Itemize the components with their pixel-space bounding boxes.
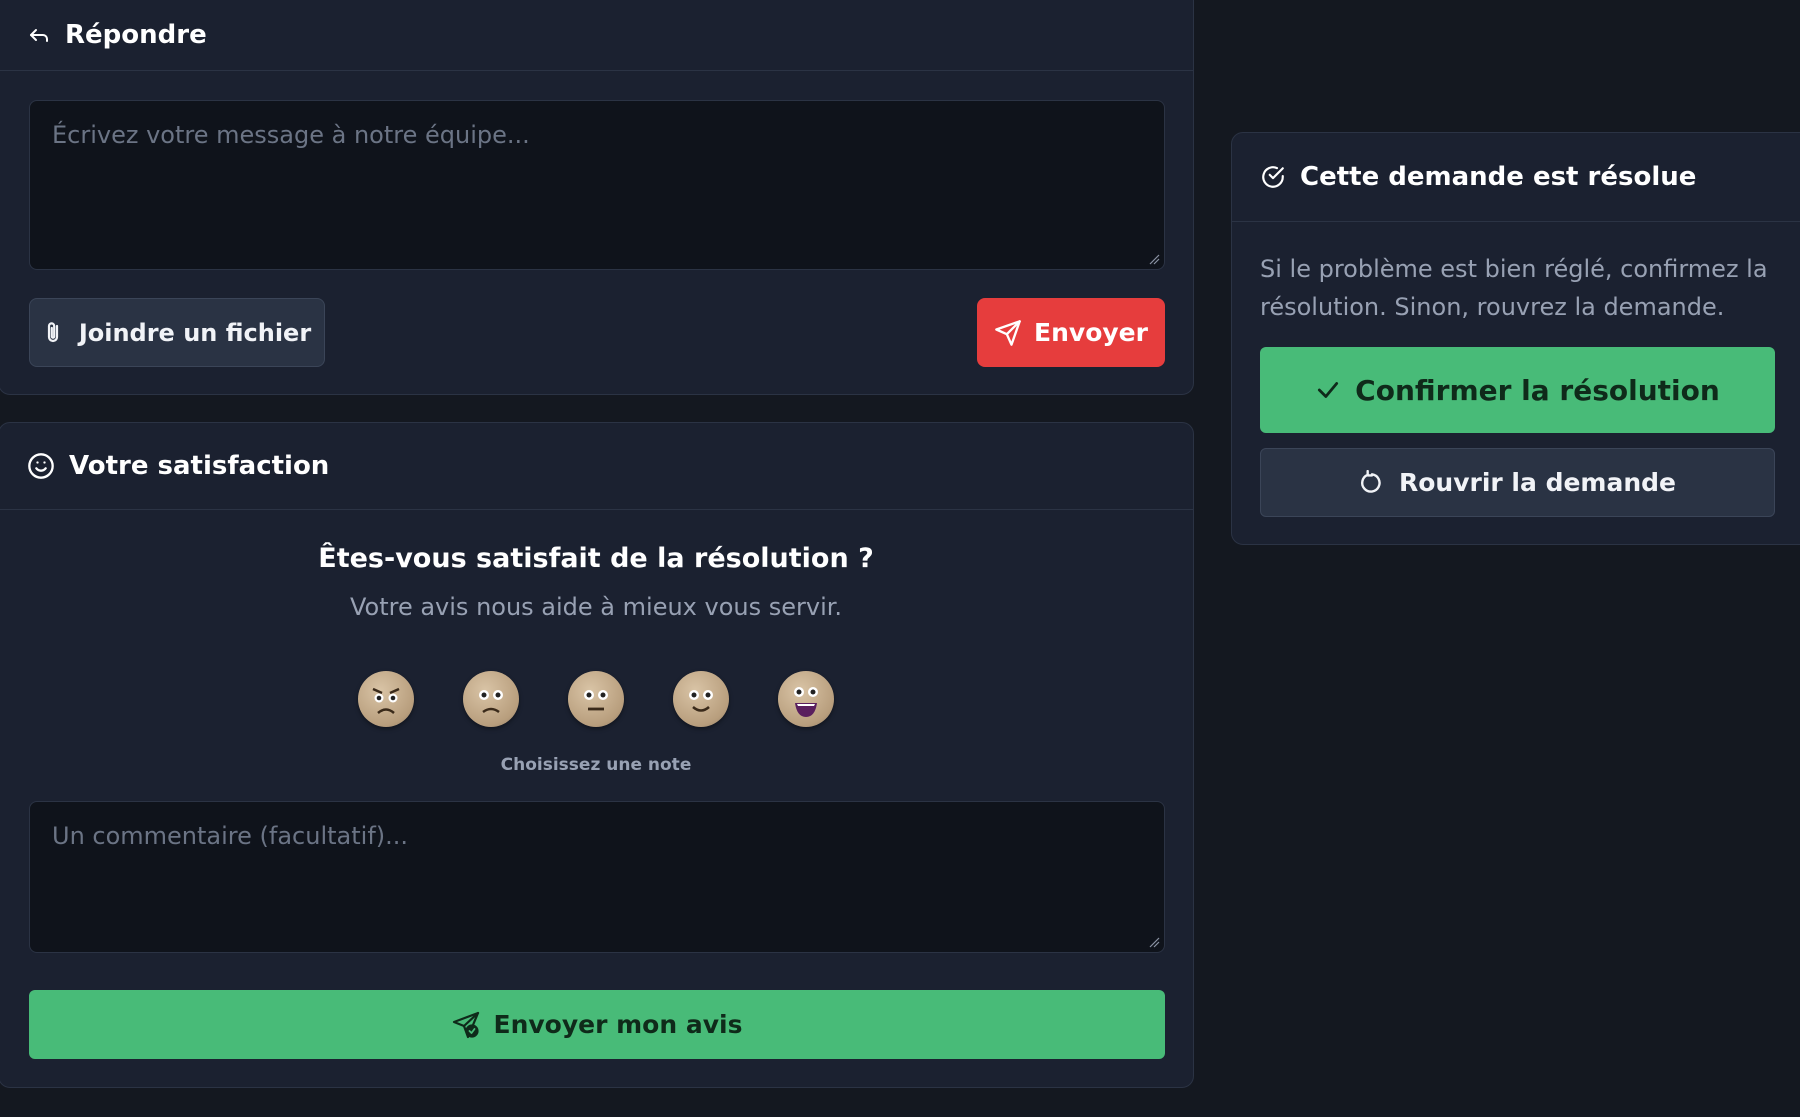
send-feedback-label: Envoyer mon avis [493,1010,743,1039]
attach-file-button[interactable]: Joindre un fichier [29,298,325,367]
message-placeholder: Écrivez votre message à notre équipe... [52,121,530,149]
send-label: Envoyer [1034,318,1148,347]
satisfaction-header: Votre satisfaction [0,423,1193,510]
resolution-card: Cette demande est résolue Si le problème… [1231,132,1800,545]
check-circle-icon [1260,164,1286,190]
resize-grip-icon[interactable] [1148,253,1160,265]
paperclip-icon [43,320,65,346]
comment-textarea[interactable]: Un commentaire (facultatif)... [29,801,1165,953]
rotate-icon [1359,469,1385,496]
send-feedback-button[interactable]: Envoyer mon avis [29,990,1165,1059]
reply-card: Répondre Écrivez votre message à notre é… [0,0,1194,395]
send-button[interactable]: Envoyer [977,298,1165,367]
reply-header: Répondre [0,0,1193,71]
reply-title: Répondre [65,19,207,50]
rating-very-satisfied-icon[interactable] [778,671,834,727]
resolution-title: Cette demande est résolue [1300,162,1697,192]
check-icon [1315,377,1341,403]
confirm-resolution-label: Confirmer la résolution [1355,373,1720,407]
comment-placeholder: Un commentaire (facultatif)... [52,822,409,850]
rating-hint: Choisissez une note [500,755,692,775]
reopen-request-button[interactable]: Rouvrir la demande [1260,448,1775,517]
satisfaction-card: Votre satisfaction Êtes-vous satisfait d… [0,422,1194,1088]
resolution-header: Cette demande est résolue [1232,133,1800,222]
rating-selector [0,671,1193,727]
rating-very-dissatisfied-icon[interactable] [358,671,414,727]
reopen-request-label: Rouvrir la demande [1398,468,1676,497]
send-check-icon [452,1011,482,1039]
satisfaction-title: Votre satisfaction [69,451,330,481]
send-icon [994,319,1022,347]
attach-file-label: Joindre un fichier [78,318,312,347]
satisfaction-question: Êtes-vous satisfait de la résolution ? [318,543,874,574]
resize-grip-icon[interactable] [1148,936,1160,948]
reply-icon [27,23,51,47]
rating-dissatisfied-icon[interactable] [463,671,519,727]
confirm-resolution-button[interactable]: Confirmer la résolution [1260,347,1775,433]
message-textarea[interactable]: Écrivez votre message à notre équipe... [29,100,1165,270]
satisfaction-subtitle: Votre avis nous aide à mieux vous servir… [349,593,843,621]
rating-neutral-icon[interactable] [568,671,624,727]
resolution-description: Si le problème est bien réglé, confirmez… [1260,255,1768,321]
rating-satisfied-icon[interactable] [673,671,729,727]
smile-icon [27,452,55,480]
